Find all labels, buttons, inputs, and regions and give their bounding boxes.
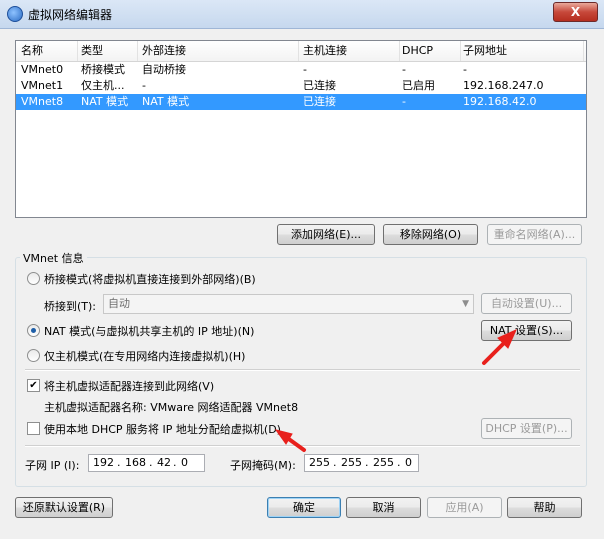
cancel-button[interactable]: 取消 [346, 497, 421, 518]
bridge-to-select[interactable]: 自动 ▼ [103, 294, 474, 314]
cell-dhcp: - [402, 63, 406, 76]
network-list[interactable]: 名称 类型 外部连接 主机连接 DHCP 子网地址 VMnet0 桥接模式 自动… [15, 40, 587, 218]
add-network-button[interactable]: 添加网络(E)... [277, 224, 375, 245]
subnet-mask-input[interactable]: 255 . 255 . 255 . 0 [304, 454, 419, 472]
list-header: 名称 类型 外部连接 主机连接 DHCP 子网地址 [16, 41, 586, 62]
remove-network-button[interactable]: 移除网络(O) [383, 224, 478, 245]
bridge-to-value: 自动 [108, 297, 130, 310]
column-header-type[interactable]: 类型 [76, 41, 138, 61]
mask-octet: 255 [309, 456, 330, 469]
ip-octet: 42 [157, 456, 171, 469]
divider [25, 445, 580, 447]
cell-external: NAT 模式 [142, 95, 190, 108]
cell-subnet: - [463, 63, 467, 76]
nat-mode-radio[interactable] [27, 324, 40, 337]
host-only-label[interactable]: 仅主机模式(在专用网络内连接虚拟机)(H) [44, 348, 245, 364]
cell-type: 仅主机... [81, 79, 125, 92]
cell-subnet: 192.168.42.0 [463, 95, 537, 108]
network-globe-icon [7, 6, 23, 22]
ip-octet: 168 [125, 456, 146, 469]
cell-host: 已连接 [303, 95, 336, 108]
bridge-mode-label[interactable]: 桥接模式(将虚拟机直接连接到外部网络)(B) [44, 271, 256, 287]
cell-type: NAT 模式 [81, 95, 129, 108]
vmnet-info-title: VMnet 信息 [20, 250, 87, 266]
dhcp-checkbox[interactable] [27, 422, 40, 435]
cell-host: - [303, 63, 307, 76]
cell-name: VMnet1 [21, 79, 64, 92]
cell-name: VMnet8 [21, 95, 64, 108]
connect-adapter-checkbox[interactable]: ✔ [27, 379, 40, 392]
mask-octet: 255 [373, 456, 394, 469]
cell-dhcp: 已启用 [402, 79, 435, 92]
column-header-host[interactable]: 主机连接 [298, 41, 400, 61]
cell-subnet: 192.168.247.0 [463, 79, 544, 92]
dhcp-settings-button[interactable]: DHCP 设置(P)... [481, 418, 572, 439]
table-row[interactable]: VMnet0 桥接模式 自动桥接 - - - [16, 62, 586, 78]
cell-external: - [142, 79, 146, 92]
adapter-name-text: 主机虚拟适配器名称: VMware 网络适配器 VMnet8 [44, 401, 299, 414]
bridge-mode-radio[interactable] [27, 272, 40, 285]
cell-type: 桥接模式 [81, 63, 125, 76]
nat-settings-button[interactable]: NAT 设置(S)... [481, 320, 572, 341]
bridge-to-label: 桥接到(T): [44, 300, 97, 313]
help-button[interactable]: 帮助 [507, 497, 582, 518]
apply-button[interactable]: 应用(A) [427, 497, 502, 518]
column-header-subnet[interactable]: 子网地址 [458, 41, 584, 61]
table-row[interactable]: VMnet1 仅主机... - 已连接 已启用 192.168.247.0 [16, 78, 586, 94]
column-header-external[interactable]: 外部连接 [137, 41, 299, 61]
host-only-radio[interactable] [27, 349, 40, 362]
column-header-dhcp[interactable]: DHCP [397, 41, 461, 61]
cell-host: 已连接 [303, 79, 336, 92]
column-header-name[interactable]: 名称 [16, 41, 78, 61]
ip-octet: 0 [181, 456, 188, 469]
dhcp-label[interactable]: 使用本地 DHCP 服务将 IP 地址分配给虚拟机(D) [44, 421, 281, 437]
auto-settings-button[interactable]: 自动设置(U)... [481, 293, 572, 314]
connect-adapter-label[interactable]: 将主机虚拟适配器连接到此网络(V) [44, 378, 214, 394]
subnet-ip-input[interactable]: 192 . 168 . 42 . 0 [88, 454, 205, 472]
subnet-ip-label: 子网 IP (I): [25, 459, 80, 472]
table-row-selected[interactable]: VMnet8 NAT 模式 NAT 模式 已连接 - 192.168.42.0 [16, 94, 586, 110]
mask-octet: 0 [405, 456, 412, 469]
rename-network-button[interactable]: 重命名网络(A)... [487, 224, 582, 245]
mask-octet: 255 [341, 456, 362, 469]
vmnet-info-group [15, 257, 587, 487]
chevron-down-icon: ▼ [462, 299, 469, 309]
close-button[interactable]: X [553, 2, 598, 22]
title-bar: 虚拟网络编辑器 X [0, 0, 604, 29]
cell-external: 自动桥接 [142, 63, 186, 76]
window-title: 虚拟网络编辑器 [28, 8, 113, 22]
restore-defaults-button[interactable]: 还原默认设置(R) [15, 497, 113, 518]
ok-button[interactable]: 确定 [267, 497, 341, 518]
cell-name: VMnet0 [21, 63, 64, 76]
cell-dhcp: - [402, 95, 406, 108]
subnet-mask-label: 子网掩码(M): [230, 459, 296, 472]
nat-mode-label[interactable]: NAT 模式(与虚拟机共享主机的 IP 地址)(N) [44, 323, 254, 339]
ip-octet: 192 [93, 456, 114, 469]
divider [25, 369, 580, 371]
